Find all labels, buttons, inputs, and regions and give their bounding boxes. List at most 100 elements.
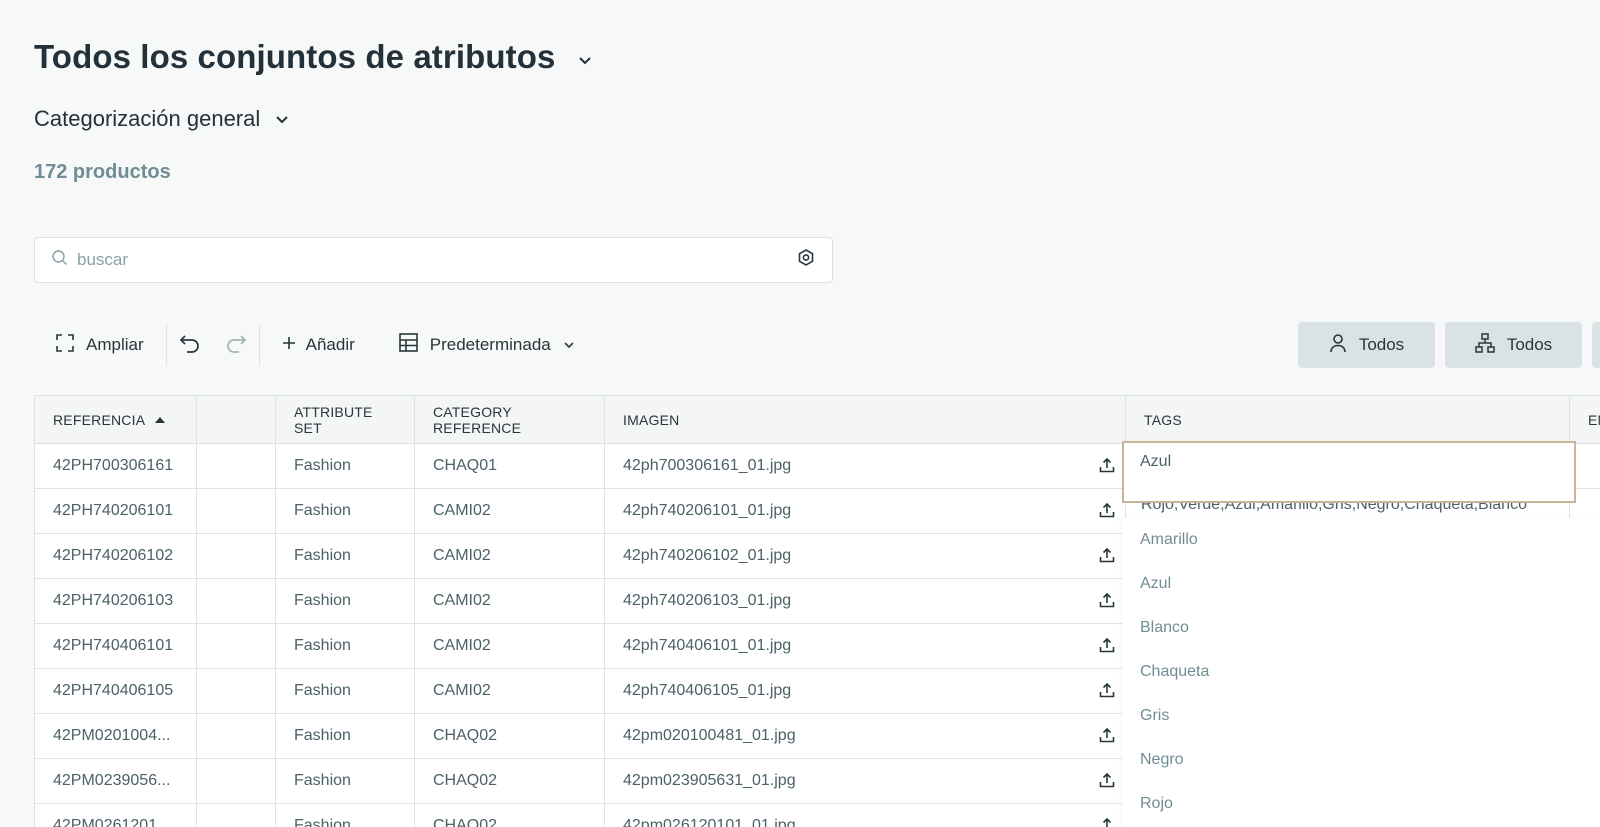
tag-option[interactable]: Chaqueta [1122,650,1600,694]
empty-cell[interactable] [196,713,276,759]
image-cell[interactable]: 42ph740206101_01.jpg [604,488,1126,534]
page-title: Todos los conjuntos de atributos [34,38,556,75]
empty-cell[interactable] [196,443,276,489]
upload-icon[interactable] [1099,727,1115,748]
attribute-set-cell-text: Fashion [294,817,351,827]
reference-cell[interactable]: 42PH740206103 [34,578,197,624]
redo-button[interactable] [213,322,259,368]
image-cell[interactable]: 42pm023905631_01.jpg [604,758,1126,804]
column-header-empty[interactable] [196,395,276,444]
attribute-set-cell-text: Fashion [294,592,351,609]
user-filter-button[interactable]: Todos [1298,322,1435,368]
reference-cell-text: 42PH740406105 [53,682,174,699]
reference-cell[interactable]: 42PM0239056... [34,758,197,804]
image-cell[interactable]: 42pm026120101_01.jpg [604,803,1126,827]
view-selector[interactable]: Predeterminada [377,322,597,368]
undo-button[interactable] [167,322,213,368]
image-cell[interactable]: 42ph740206102_01.jpg [604,533,1126,579]
column-header-category-reference[interactable]: CATEGORY REFERENCE [414,395,605,444]
reference-cell[interactable]: 42PH740406105 [34,668,197,714]
attribute-set-cell[interactable]: Fashion [275,533,415,579]
empty-cell[interactable] [196,488,276,534]
category-reference-cell[interactable]: CHAQ02 [414,803,605,827]
column-header-reference[interactable]: REFERENCIA [34,395,197,444]
column-header-attribute-set[interactable]: ATTRIBUTE SET [275,395,415,444]
filter-button-partial[interactable] [1592,322,1600,368]
chevron-down-icon[interactable] [274,111,290,127]
reference-cell[interactable]: 42PH740206102 [34,533,197,579]
search-input[interactable] [77,250,796,270]
category-reference-cell[interactable]: CAMI02 [414,623,605,669]
image-cell[interactable]: 42pm020100481_01.jpg [604,713,1126,759]
category-reference-cell[interactable]: CHAQ02 [414,758,605,804]
category-reference-cell[interactable]: CAMI02 [414,488,605,534]
reference-cell-text: 42PM0261201 [53,817,158,827]
column-header-image[interactable]: IMAGEN [604,395,1126,444]
reference-cell[interactable]: 42PH740406101 [34,623,197,669]
chevron-down-icon[interactable] [577,52,593,68]
empty-cell[interactable] [196,803,276,827]
reference-cell-text: 42PH740206102 [53,547,174,564]
empty-cell[interactable] [196,668,276,714]
image-cell-text: 42ph740206103_01.jpg [623,592,792,609]
reference-cell[interactable]: 42PH700306161 [34,443,197,489]
upload-icon[interactable] [1099,592,1115,613]
reference-cell[interactable]: 42PM0261201 [34,803,197,827]
tag-option[interactable]: Azul [1122,562,1600,606]
category-reference-cell[interactable]: CAMI02 [414,578,605,624]
attribute-set-cell-text: Fashion [294,547,351,564]
upload-icon[interactable] [1099,502,1115,523]
image-cell[interactable]: 42ph740206103_01.jpg [604,578,1126,624]
category-reference-cell[interactable]: CHAQ02 [414,713,605,759]
search-settings-icon[interactable] [796,248,816,273]
category-reference-cell[interactable]: CAMI02 [414,533,605,579]
reference-cell[interactable]: 42PM0201004... [34,713,197,759]
tag-option[interactable]: Rojo [1122,782,1600,826]
empty-cell[interactable] [196,533,276,579]
tag-option[interactable]: Amarillo [1122,518,1600,562]
category-reference-cell-text: CHAQ02 [433,772,498,789]
expand-button[interactable]: Ampliar [34,322,166,368]
add-button[interactable]: Añadir [260,322,377,368]
attribute-set-cell[interactable]: Fashion [275,803,415,827]
upload-icon[interactable] [1099,457,1115,478]
tag-option[interactable]: Negro [1122,738,1600,782]
attribute-set-cell[interactable]: Fashion [275,488,415,534]
sort-ascending-icon[interactable] [155,416,166,423]
category-reference-cell[interactable]: CAMI02 [414,668,605,714]
upload-icon[interactable] [1099,637,1115,658]
upload-icon[interactable] [1099,817,1115,827]
hierarchy-filter-button[interactable]: Todos [1445,322,1582,368]
empty-cell[interactable] [196,623,276,669]
attribute-set-cell-text: Fashion [294,457,351,474]
search-bar [34,237,833,283]
image-cell-text: 42ph740206101_01.jpg [623,502,792,519]
category-reference-cell-text: CAMI02 [433,592,491,609]
upload-icon[interactable] [1099,547,1115,568]
upload-icon[interactable] [1099,772,1115,793]
reference-cell[interactable]: 42PH740206101 [34,488,197,534]
attribute-set-cell[interactable]: Fashion [275,713,415,759]
image-cell[interactable]: 42ph740406105_01.jpg [604,668,1126,714]
hierarchy-icon [1475,332,1495,358]
attribute-set-cell[interactable]: Fashion [275,623,415,669]
tag-option[interactable]: Gris [1122,694,1600,738]
upload-icon[interactable] [1099,682,1115,703]
image-cell[interactable]: 42ph740406101_01.jpg [604,623,1126,669]
chevron-down-icon [563,339,575,351]
category-reference-cell[interactable]: CHAQ01 [414,443,605,489]
attribute-set-cell[interactable]: Fashion [275,758,415,804]
tags-input[interactable] [1140,447,1558,477]
column-header-tags[interactable]: TAGS [1125,395,1570,444]
image-cell[interactable]: 42ph700306161_01.jpg [604,443,1126,489]
column-header-en[interactable]: EN [1569,395,1600,444]
empty-cell[interactable] [196,578,276,624]
image-cell-text: 42pm026120101_01.jpg [623,817,796,827]
attribute-set-cell[interactable]: Fashion [275,578,415,624]
empty-cell[interactable] [196,758,276,804]
attribute-set-cell[interactable]: Fashion [275,443,415,489]
product-count: 172 productos [34,161,171,183]
category-reference-cell-text: CAMI02 [433,547,491,564]
attribute-set-cell[interactable]: Fashion [275,668,415,714]
tag-option[interactable]: Blanco [1122,606,1600,650]
